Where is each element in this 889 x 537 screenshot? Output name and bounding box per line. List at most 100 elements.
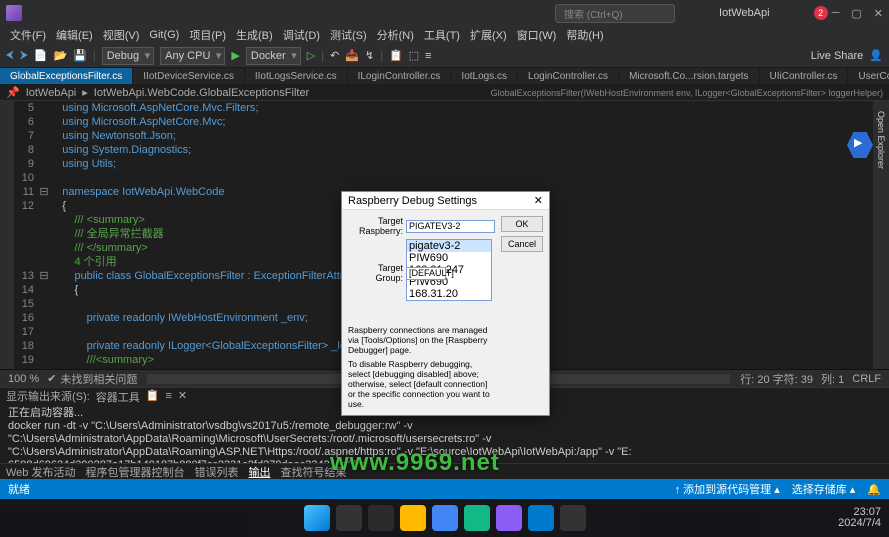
- target-dropdown[interactable]: PIGATEV3-2: [406, 220, 495, 233]
- cursor-pos: 行: 20 字符: 39: [740, 371, 813, 387]
- issues-text: 未找到相关问题: [60, 371, 137, 387]
- crumb-project[interactable]: IotWebApi: [26, 87, 77, 99]
- pin-icon[interactable]: 📌: [6, 86, 20, 99]
- solution-explorer-tab[interactable]: Open Explorer: [876, 111, 886, 169]
- task-view-icon[interactable]: [368, 505, 394, 531]
- feedback-icon[interactable]: 👤: [869, 49, 883, 62]
- menu-item[interactable]: 编辑(E): [52, 27, 97, 43]
- toolbar-icon[interactable]: ≡: [425, 50, 431, 62]
- statusbar: 就绪 ↑ 添加到源代码管理 ▴ 选择存储库 ▴ 🔔: [0, 479, 889, 499]
- group-dropdown[interactable]: [DEFAULT]: [406, 267, 446, 280]
- chrome-icon[interactable]: [432, 505, 458, 531]
- document-tab[interactable]: ILoginController.cs: [348, 68, 452, 84]
- zoom-level[interactable]: 100 %: [8, 373, 39, 385]
- line-ending[interactable]: CRLF: [852, 373, 881, 385]
- output-tool-icon[interactable]: 📋: [146, 389, 160, 402]
- output-tab[interactable]: 输出: [248, 464, 270, 480]
- menu-item[interactable]: Git(G): [145, 29, 183, 41]
- cancel-button[interactable]: Cancel: [501, 236, 543, 252]
- menu-item[interactable]: 窗口(W): [513, 27, 561, 43]
- crumb-member[interactable]: GlobalExceptionsFilter(IWebHostEnvironme…: [491, 88, 883, 98]
- new-file-icon[interactable]: 📄: [34, 49, 48, 62]
- document-tab[interactable]: UserController.cs: [848, 68, 889, 84]
- watermark-text: www.9969.net: [330, 449, 500, 477]
- output-tool-icon[interactable]: ≡: [165, 390, 171, 402]
- document-tab[interactable]: IotLogs.cs: [451, 68, 518, 84]
- dialog-titlebar[interactable]: Raspberry Debug Settings ✕: [342, 192, 549, 210]
- terminal-icon[interactable]: [560, 505, 586, 531]
- live-share-button[interactable]: Live Share: [811, 50, 864, 62]
- config-dropdown[interactable]: Debug: [102, 47, 154, 65]
- breadcrumb: 📌 IotWebApi ▸ IotWebApi.WebCode.GlobalEx…: [0, 85, 889, 101]
- left-gutter: [0, 101, 14, 369]
- output-source-dropdown[interactable]: 容器工具: [96, 389, 140, 403]
- start-icon[interactable]: [304, 505, 330, 531]
- start-debug-button[interactable]: ▶: [231, 49, 239, 62]
- vs-logo-icon: [6, 5, 22, 21]
- menu-item[interactable]: 调试(D): [279, 27, 324, 43]
- search-icon[interactable]: [336, 505, 362, 531]
- dialog-note: To disable Raspberry debugging, select […: [348, 359, 495, 409]
- search-input[interactable]: 搜索 (Ctrl+Q): [555, 4, 675, 23]
- document-tab[interactable]: Microsoft.Co...rsion.targets: [619, 68, 759, 84]
- save-icon[interactable]: 💾: [73, 49, 87, 62]
- status-ready: 就绪: [8, 481, 30, 497]
- start-no-debug-button[interactable]: ▷: [307, 49, 315, 62]
- document-tab[interactable]: GlobalExceptionsFilter.cs: [0, 68, 133, 84]
- menu-item[interactable]: 扩展(X): [466, 27, 511, 43]
- menu-item[interactable]: 分析(N): [373, 27, 418, 43]
- vscode-icon[interactable]: [528, 505, 554, 531]
- menu-item[interactable]: 视图(V): [99, 27, 144, 43]
- toolbar-icon[interactable]: ↯: [365, 49, 374, 62]
- tray-time[interactable]: 23:07: [838, 507, 881, 518]
- notification-badge[interactable]: 2: [814, 6, 828, 20]
- close-icon[interactable]: ✕: [874, 7, 883, 20]
- notifications-icon[interactable]: 🔔: [867, 483, 881, 496]
- toolbar-icon[interactable]: ⬚: [409, 49, 419, 62]
- menu-item[interactable]: 工具(T): [420, 27, 464, 43]
- output-tool-icon[interactable]: ✕: [178, 389, 187, 402]
- wechat-icon[interactable]: [464, 505, 490, 531]
- menu-item[interactable]: 文件(F): [6, 27, 50, 43]
- open-icon[interactable]: 📂: [53, 49, 67, 62]
- output-tab[interactable]: 程序包管理器控制台: [85, 464, 184, 480]
- toolbar-icon[interactable]: ↶: [330, 49, 339, 62]
- tray-date: 2024/7/4: [838, 518, 881, 529]
- right-rail: Open Explorer: [873, 101, 889, 369]
- nav-back-icon[interactable]: ⮜: [6, 49, 14, 62]
- dialog-close-icon[interactable]: ✕: [534, 194, 543, 207]
- document-tab[interactable]: IIotLogsService.cs: [245, 68, 348, 84]
- repo-select-button[interactable]: 选择存储库 ▴: [792, 481, 856, 497]
- source-control-button[interactable]: ↑ 添加到源代码管理 ▴: [675, 481, 780, 497]
- menu-item[interactable]: 项目(P): [185, 27, 230, 43]
- toolbar-icon[interactable]: 📋: [389, 49, 403, 62]
- toolbar-icon[interactable]: 📥: [345, 49, 359, 62]
- target-dropdown[interactable]: Docker: [246, 47, 301, 65]
- document-tabs: GlobalExceptionsFilter.csIIotDeviceServi…: [0, 68, 889, 85]
- menubar: 文件(F)编辑(E)视图(V)Git(G)项目(P)生成(B)调试(D)测试(S…: [0, 26, 889, 44]
- list-item[interactable]: pigatev3-2: [407, 240, 491, 252]
- maximize-icon[interactable]: ▢: [851, 7, 861, 20]
- platform-dropdown[interactable]: Any CPU: [160, 47, 225, 65]
- nav-fwd-icon[interactable]: ⮞: [20, 49, 28, 62]
- output-tab[interactable]: Web 发布活动: [6, 464, 75, 480]
- menu-item[interactable]: 生成(B): [232, 27, 277, 43]
- menu-item[interactable]: 帮助(H): [562, 27, 607, 43]
- raspberry-debug-dialog: Raspberry Debug Settings ✕ Target Raspbe…: [341, 191, 550, 416]
- group-label: Target Group:: [348, 263, 403, 283]
- document-tab[interactable]: UIiController.cs: [760, 68, 849, 84]
- solution-name: IotWebApi: [719, 7, 770, 19]
- explorer-icon[interactable]: [400, 505, 426, 531]
- windows-taskbar: 23:07 2024/7/4: [0, 499, 889, 537]
- output-tab[interactable]: 错误列表: [194, 464, 238, 480]
- vs-icon[interactable]: [496, 505, 522, 531]
- minimize-icon[interactable]: ─: [832, 7, 840, 20]
- menu-item[interactable]: 测试(S): [326, 27, 371, 43]
- output-source-label: 显示输出来源(S):: [6, 388, 90, 404]
- ok-button[interactable]: OK: [501, 216, 543, 232]
- document-tab[interactable]: IIotDeviceService.cs: [133, 68, 245, 84]
- crumb-namespace[interactable]: IotWebApi.WebCode.GlobalExceptionsFilter: [94, 87, 309, 99]
- document-tab[interactable]: LoginController.cs: [518, 68, 619, 84]
- dialog-note: Raspberry connections are managed via [T…: [348, 325, 495, 355]
- dialog-title: Raspberry Debug Settings: [348, 195, 477, 207]
